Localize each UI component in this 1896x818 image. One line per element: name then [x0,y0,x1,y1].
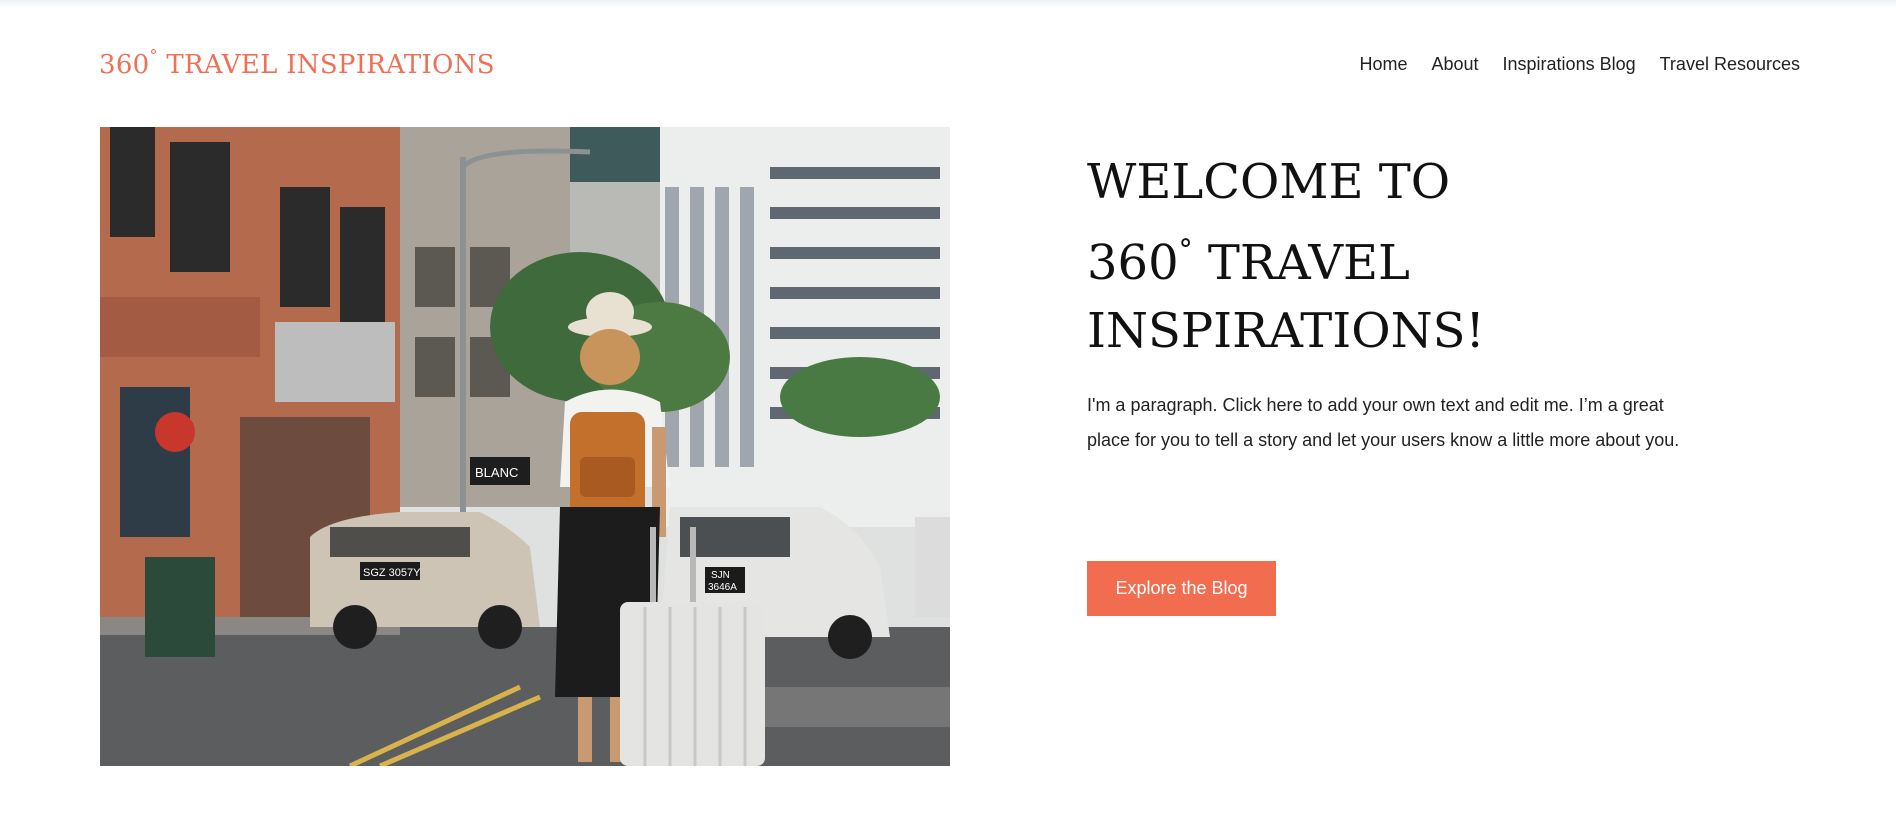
logo-number: 360 [99,50,150,80]
nav-travel-resources[interactable]: Travel Resources [1660,54,1800,75]
headline-travel: TRAVEL [1192,235,1410,291]
hero-paragraph[interactable]: I'm a paragraph. Click here to add your … [1087,388,1687,458]
logo-degree: ° [149,46,158,65]
headline-line-3: INSPIRATIONS! [1087,303,1485,359]
headline-number: 360 [1087,235,1179,291]
headline-line-1: WELCOME TO [1087,154,1451,210]
main-nav: Home About Inspirations Blog Travel Reso… [1359,54,1800,75]
nav-home[interactable]: Home [1359,54,1407,75]
headline-degree: ° [1178,233,1193,266]
nav-inspirations-blog[interactable]: Inspirations Blog [1503,54,1636,75]
nav-about[interactable]: About [1431,54,1478,75]
car-plate-left: SGZ 3057Y [363,567,421,579]
hero-image: BLANC SGZ 3057Y SJN 3646A [100,127,950,766]
explore-blog-button[interactable]: Explore the Blog [1087,561,1276,616]
site-logo[interactable]: 360° TRAVEL INSPIRATIONS [99,46,495,80]
car-plate-right-top: SJN [711,570,730,581]
headline-line-2: 360° TRAVEL [1087,216,1647,297]
shop-sign-text: BLANC [475,465,518,480]
header-shadow [0,0,1896,8]
hero-headline: WELCOME TO 360° TRAVEL INSPIRATIONS! [1087,148,1647,365]
car-plate-right-bottom: 3646A [708,582,737,593]
logo-text: TRAVEL INSPIRATIONS [157,50,495,80]
